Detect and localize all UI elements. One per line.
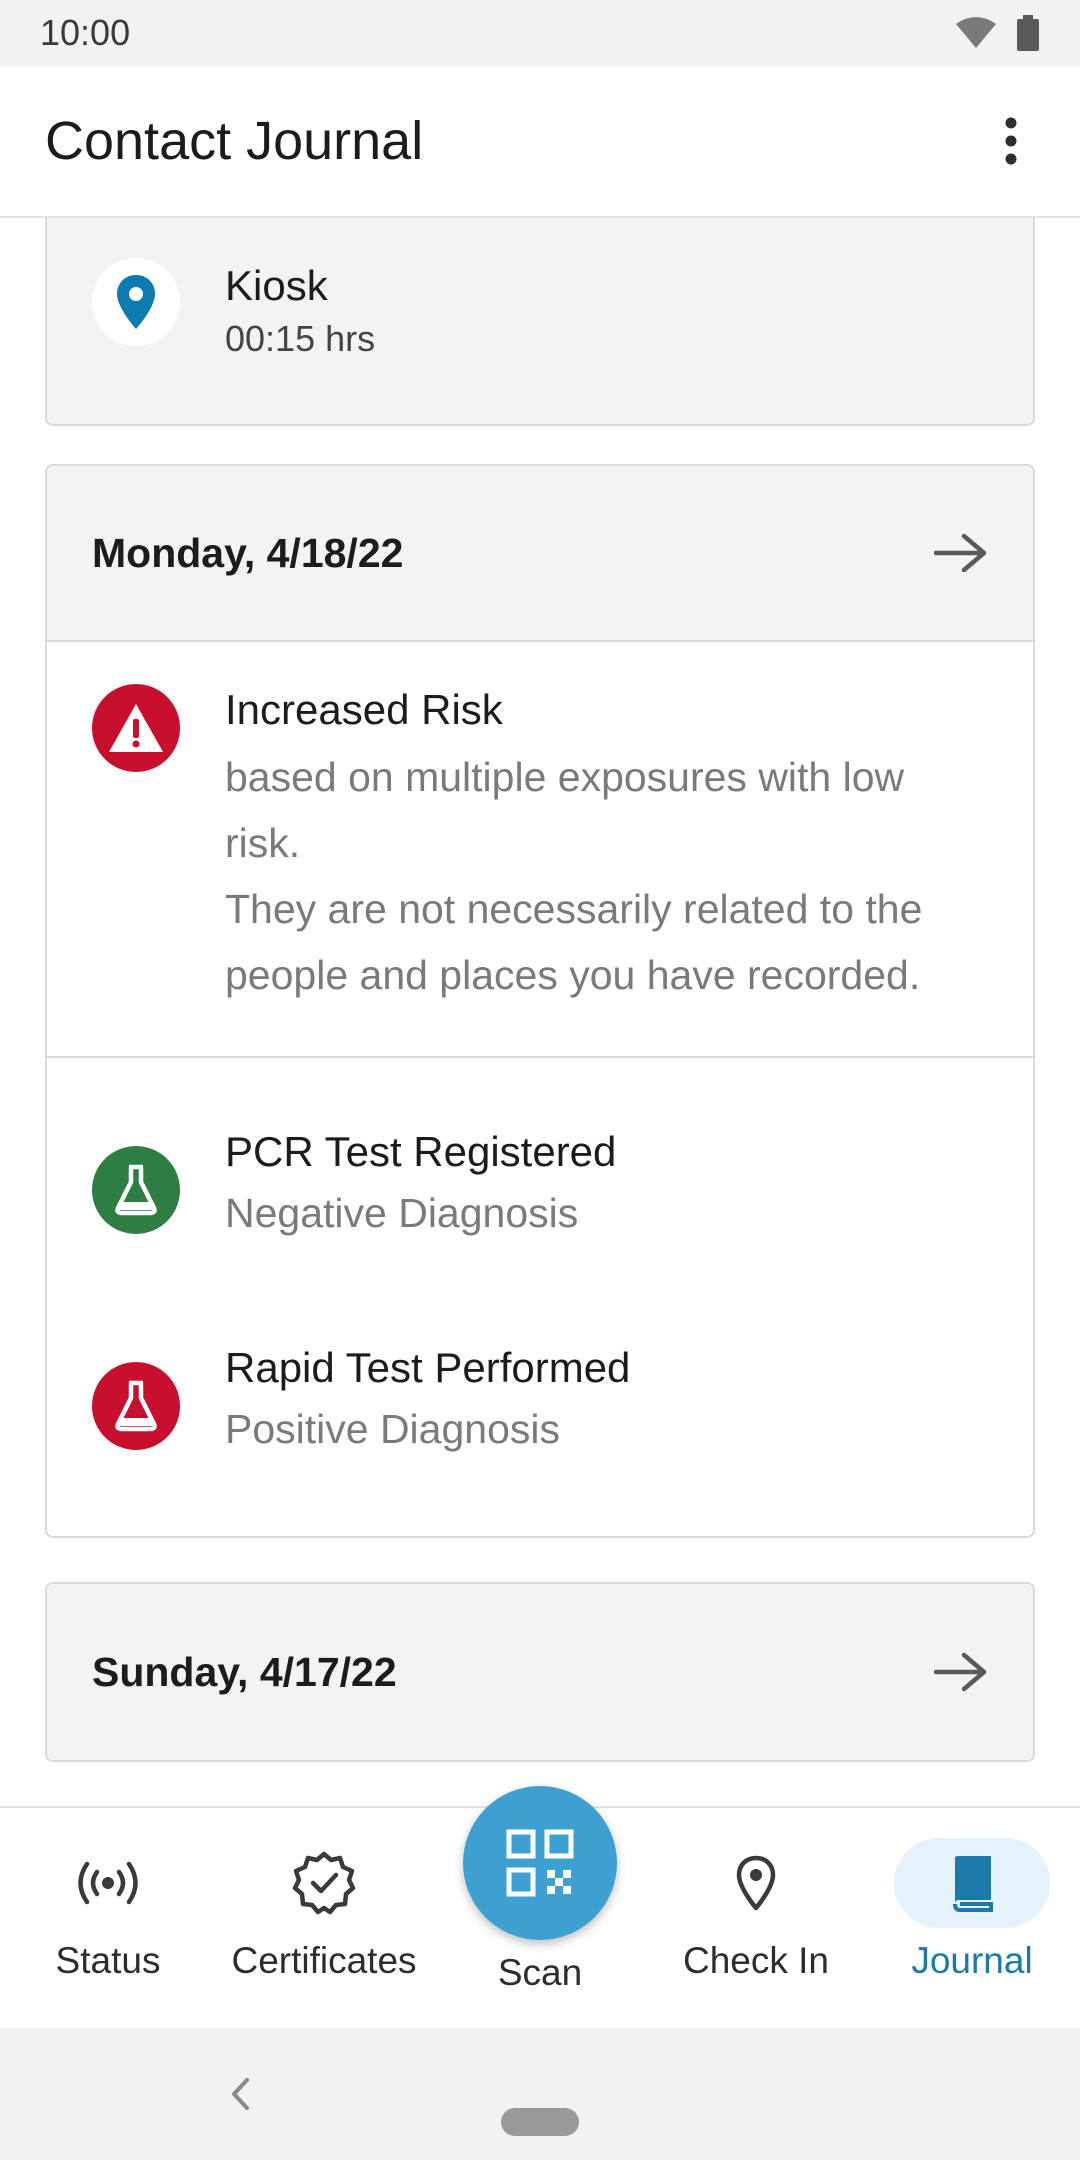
nav-icon-wrapper-active bbox=[894, 1838, 1050, 1928]
nav-item-status[interactable]: Status bbox=[0, 1808, 216, 2030]
more-vert-icon bbox=[1005, 117, 1017, 165]
nav-icon-wrapper bbox=[246, 1838, 402, 1928]
day-date: Monday, 4/18/22 bbox=[92, 529, 404, 576]
location-pin-icon bbox=[117, 275, 155, 329]
flask-icon-badge bbox=[92, 1146, 180, 1234]
day-header-monday[interactable]: Monday, 4/18/22 bbox=[47, 466, 1033, 642]
nav-icon-wrapper bbox=[30, 1838, 186, 1928]
day-card-sunday: Sunday, 4/17/22 bbox=[45, 1582, 1035, 1762]
system-back-button[interactable] bbox=[218, 2068, 262, 2120]
risk-description-line: risk. bbox=[225, 820, 301, 866]
scan-fab-button[interactable] bbox=[463, 1786, 617, 1940]
test-row-pcr: PCR Test Registered Negative Diagnosis bbox=[47, 1058, 1033, 1274]
entry-title: Kiosk bbox=[225, 262, 328, 309]
test-result: Negative Diagnosis bbox=[225, 1190, 579, 1236]
overflow-menu-button[interactable] bbox=[987, 101, 1035, 181]
nav-label: Check In bbox=[682, 1940, 829, 1981]
nav-item-journal[interactable]: Journal bbox=[864, 1808, 1080, 2030]
warning-icon bbox=[109, 704, 163, 752]
status-icons bbox=[954, 15, 1040, 51]
bottom-navigation: Status Certificates Scan Check In Journa… bbox=[0, 1786, 1080, 2030]
status-time: 10:00 bbox=[40, 12, 131, 53]
risk-description-line: based on multiple exposures with low bbox=[225, 754, 905, 800]
qr-code-icon bbox=[506, 1829, 574, 1897]
nav-item-scan[interactable]: Scan bbox=[432, 1786, 648, 2030]
flask-icon bbox=[115, 1380, 157, 1432]
arrow-right-icon[interactable] bbox=[934, 533, 988, 573]
day-card-monday: Monday, 4/18/22 Increased Risk based on … bbox=[45, 464, 1035, 1538]
wifi-icon bbox=[956, 17, 996, 48]
day-header-sunday[interactable]: Sunday, 4/17/22 bbox=[47, 1584, 1033, 1760]
chevron-left-icon bbox=[232, 2078, 249, 2110]
test-title: PCR Test Registered bbox=[225, 1128, 617, 1175]
page-title: Contact Journal bbox=[45, 111, 424, 171]
arrow-right-icon[interactable] bbox=[934, 1652, 988, 1692]
entry-duration: 00:15 hrs bbox=[225, 318, 376, 359]
system-navigation-bar bbox=[0, 2028, 1080, 2160]
nav-item-check-in[interactable]: Check In bbox=[648, 1808, 864, 2030]
system-home-button[interactable] bbox=[501, 2108, 579, 2136]
risk-description-line: They are not necessarily related to the bbox=[225, 886, 923, 932]
risk-description-line: people and places you have recorded. bbox=[225, 952, 921, 998]
nav-label: Certificates bbox=[231, 1940, 417, 1981]
nav-item-certificates[interactable]: Certificates bbox=[216, 1808, 432, 2030]
warning-icon-badge bbox=[92, 684, 180, 772]
broadcast-icon bbox=[78, 1861, 138, 1905]
journal-entry-kiosk[interactable]: Kiosk 00:15 hrs bbox=[45, 218, 1035, 426]
risk-title: Increased Risk bbox=[225, 686, 503, 733]
flask-icon-badge bbox=[92, 1362, 180, 1450]
nav-icon-wrapper bbox=[678, 1838, 834, 1928]
test-row-rapid: Rapid Test Performed Positive Diagnosis bbox=[47, 1274, 1033, 1536]
nav-label: Status bbox=[55, 1940, 161, 1981]
nav-label: Journal bbox=[911, 1940, 1033, 1981]
test-result: Positive Diagnosis bbox=[225, 1406, 560, 1452]
app-bar: Contact Journal bbox=[0, 66, 1080, 218]
flask-icon bbox=[115, 1164, 157, 1216]
location-icon-badge bbox=[92, 258, 180, 346]
location-pin-icon bbox=[736, 1855, 776, 1911]
day-date: Sunday, 4/17/22 bbox=[92, 1648, 397, 1695]
nav-label: Scan bbox=[497, 1952, 583, 1993]
journal-content[interactable]: Kiosk 00:15 hrs Monday, 4/18/22 Increase… bbox=[0, 218, 1080, 1808]
status-bar: 10:00 bbox=[0, 0, 1080, 66]
battery-icon bbox=[1017, 15, 1039, 51]
certificate-check-icon bbox=[292, 1851, 356, 1915]
risk-row: Increased Risk based on multiple exposur… bbox=[47, 642, 1033, 1056]
test-title: Rapid Test Performed bbox=[225, 1344, 631, 1391]
book-icon bbox=[953, 1856, 993, 1912]
